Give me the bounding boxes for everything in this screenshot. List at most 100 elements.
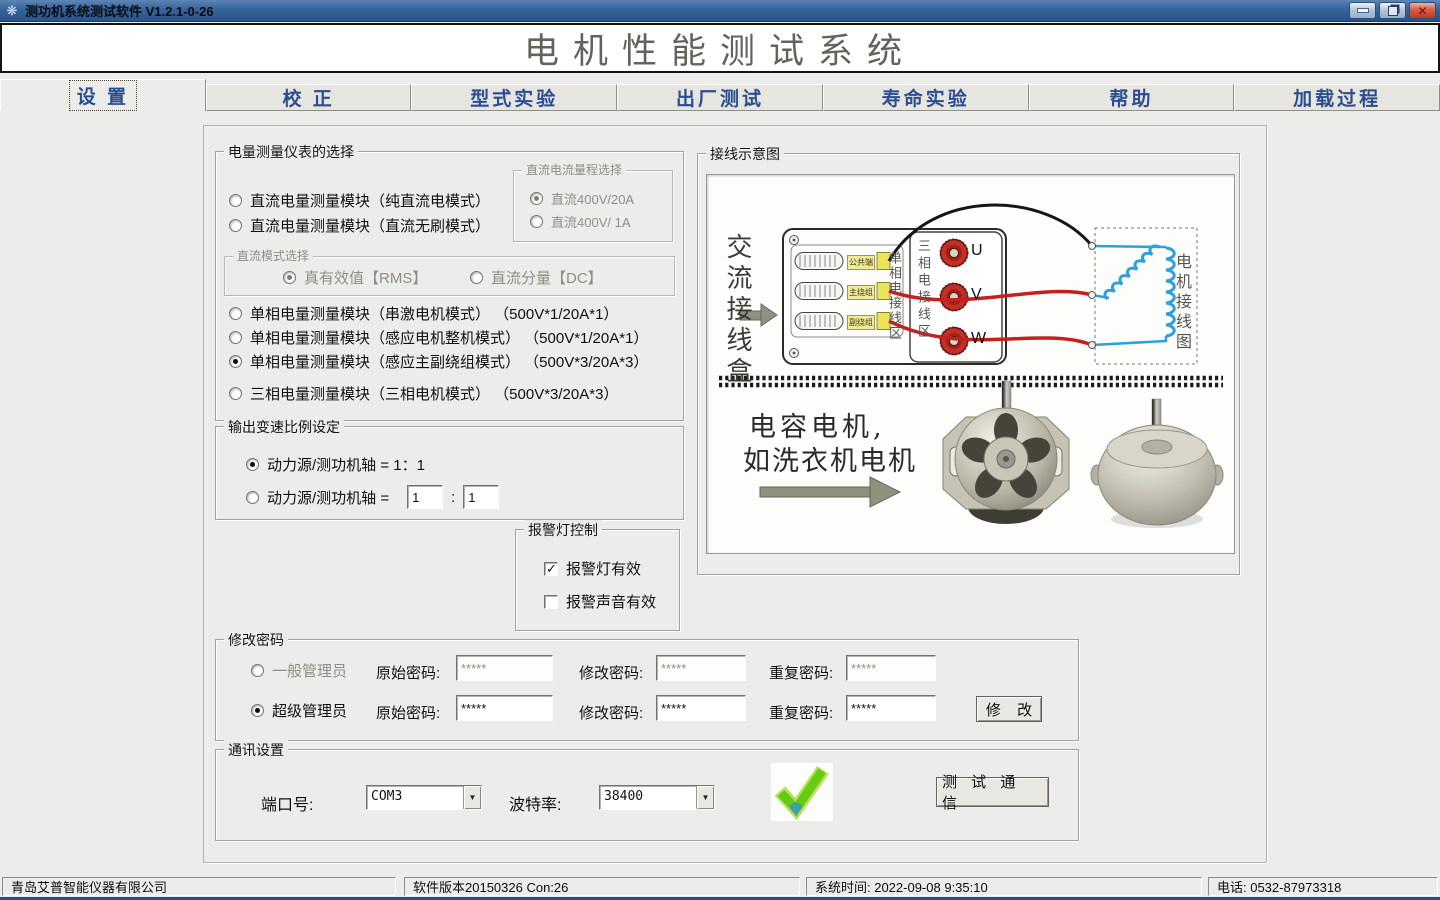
status-version: 软件版本20150326 Con:26 — [404, 877, 800, 896]
radio-icon — [251, 704, 264, 717]
radio-role-normal-admin[interactable]: 一般管理员 — [251, 660, 347, 681]
status-phone: 电话: 0532-87973318 — [1208, 877, 1438, 896]
restore-icon — [1388, 6, 1398, 16]
radio-ratio-1-1[interactable]: 动力源/测功机轴 = 1：1 — [246, 454, 425, 475]
radio-icon — [229, 307, 242, 320]
arrow-right-icon — [740, 304, 777, 326]
original-password-input-row2[interactable] — [456, 695, 553, 721]
tab-calibration[interactable]: 校 正 — [206, 84, 412, 111]
chevron-down-icon[interactable]: ▼ — [696, 786, 714, 809]
ratio-separator: : — [451, 489, 455, 506]
alarm-group: 报警灯控制 报警灯有效 报警声音有效 — [515, 529, 680, 631]
radio-true-rms[interactable]: 真有效值【RMS】 — [283, 267, 427, 288]
repeat-password-label: 重复密码: — [769, 662, 833, 683]
radio-single-phase-induction-whole[interactable]: 单相电量测量模块（感应电机整机模式） （500V*1/20A*1） — [229, 327, 648, 348]
radio-three-phase[interactable]: 三相电量测量模块（三相电机模式） （500V*3/20A*3） — [229, 383, 618, 404]
radio-single-phase-main-aux[interactable]: 单相电量测量模块（感应主副绕组模式） （500V*3/20A*3） — [229, 351, 648, 372]
meter-selection-group: 电量测量仪表的选择 直流电量测量模块（纯直流电模式） 直流电量测量模块（直流无刷… — [215, 151, 684, 421]
motor-photo-round — [1091, 399, 1223, 528]
comm-status-check-icon — [771, 763, 833, 821]
tab-settings[interactable]: 设 置 — [0, 79, 206, 111]
radio-icon — [246, 458, 259, 471]
ratio-numerator-input[interactable] — [407, 485, 443, 509]
dc-mode-group: 直流模式选择 真有效值【RMS】 直流分量【DC】 — [224, 256, 675, 296]
checkbox-alarm-light[interactable]: 报警灯有效 — [544, 558, 641, 579]
radio-dc-brushless-mode[interactable]: 直流电量测量模块（直流无刷模式） — [229, 215, 490, 236]
wiring-illustration: 交流接线盒 公共端 主绕组 副绕组 单相电接线区 三相电接线区 U V W 电机… — [706, 174, 1235, 554]
radio-icon — [530, 215, 543, 228]
radio-icon — [283, 271, 296, 284]
settings-page: 电量测量仪表的选择 直流电量测量模块（纯直流电模式） 直流电量测量模块（直流无刷… — [0, 111, 1440, 876]
checkbox-icon — [544, 595, 558, 609]
aux-winding-coil — [1105, 246, 1160, 299]
motor-photo-washing-machine — [943, 381, 1069, 524]
radio-icon — [229, 355, 242, 368]
radio-single-phase-series[interactable]: 单相电量测量模块（串激电机模式） （500V*1/20A*1） — [229, 303, 618, 324]
radio-role-super-admin[interactable]: 超级管理员 — [251, 700, 347, 721]
tab-help[interactable]: 帮助 — [1029, 84, 1235, 111]
wiring-panel: 接线示意图 — [697, 153, 1240, 575]
repeat-password-input-row1[interactable] — [846, 655, 936, 681]
radio-icon — [229, 194, 242, 207]
ratio-group: 输出变速比例设定 动力源/测功机轴 = 1：1 动力源/测功机轴 = : — [215, 426, 684, 520]
radio-dc-400v-1a[interactable]: 直流400V/ 1A — [530, 212, 631, 231]
modify-password-input-row1[interactable] — [656, 655, 746, 681]
tab-type-test[interactable]: 型式实验 — [411, 84, 617, 111]
radio-icon — [229, 219, 242, 232]
repeat-password-label-2: 重复密码: — [769, 702, 833, 723]
ratio-denominator-input[interactable] — [463, 485, 499, 509]
dotted-separator — [719, 378, 1223, 385]
baud-label: 波特率: — [509, 791, 561, 815]
tab-life-test[interactable]: 寿命实验 — [823, 84, 1029, 111]
modify-password-input-row2[interactable] — [656, 695, 746, 721]
repeat-password-input-row2[interactable] — [846, 695, 936, 721]
minimize-button[interactable] — [1349, 2, 1376, 19]
original-password-input-row1[interactable] — [456, 655, 553, 681]
checkbox-icon — [544, 562, 558, 576]
status-system-time: 系统时间: 2022-09-08 9:35:10 — [806, 877, 1202, 896]
test-comm-button[interactable]: 测 试 通 信 — [936, 777, 1049, 807]
tab-loading-process[interactable]: 加载过程 — [1234, 84, 1440, 111]
minimize-icon — [1357, 8, 1369, 13]
port-select[interactable]: COM3 ▼ — [366, 785, 482, 810]
radio-icon — [251, 664, 264, 677]
radio-dc-component[interactable]: 直流分量【DC】 — [470, 267, 603, 288]
radio-icon — [246, 491, 259, 504]
radio-icon — [470, 271, 483, 284]
radio-icon — [229, 331, 242, 344]
modify-button[interactable]: 修 改 — [976, 696, 1042, 722]
restore-button[interactable] — [1379, 2, 1406, 19]
password-group: 修改密码 一般管理员 原始密码: 修改密码: 重复密码: 超级管理员 原始密码:… — [215, 639, 1079, 741]
radio-dc-pure-mode[interactable]: 直流电量测量模块（纯直流电模式） — [229, 190, 490, 211]
radio-dc-400v-20a[interactable]: 直流400V/20A — [530, 189, 634, 208]
tab-factory-test[interactable]: 出厂测试 — [617, 84, 823, 111]
original-password-label: 原始密码: — [376, 662, 440, 683]
comm-group: 通讯设置 端口号: COM3 ▼ 波特率: 38400 ▼ 测 试 通 信 — [215, 749, 1079, 841]
tab-bar: 设 置 校 正 型式实验 出厂测试 寿命实验 帮助 加载过程 — [0, 79, 1440, 111]
junction-box — [783, 229, 1006, 364]
status-bar: 青岛艾普智能仪器有限公司 软件版本20150326 Con:26 系统时间: 2… — [0, 876, 1440, 897]
original-password-label-2: 原始密码: — [376, 702, 440, 723]
status-company: 青岛艾普智能仪器有限公司 — [2, 877, 396, 896]
checkbox-alarm-sound[interactable]: 报警声音有效 — [544, 591, 656, 612]
close-button[interactable]: ✕ — [1409, 2, 1436, 19]
port-label: 端口号: — [261, 791, 313, 815]
main-winding-coil — [1166, 248, 1174, 336]
caption-arrow-icon — [760, 477, 900, 507]
motor-winding-box — [1092, 228, 1197, 364]
app-icon: ❋ — [4, 3, 20, 19]
wiring-diagram-svg — [707, 175, 1234, 553]
chevron-down-icon[interactable]: ▼ — [463, 786, 481, 809]
radio-ratio-custom[interactable]: 动力源/测功机轴 = : — [246, 485, 499, 509]
radio-icon — [229, 387, 242, 400]
modify-password-label: 修改密码: — [579, 662, 643, 683]
modify-password-label-2: 修改密码: — [579, 702, 643, 723]
page-title: 电机性能测试系统 — [524, 23, 916, 74]
dc-current-range-group: 直流电流量程选择 直流400V/20A 直流400V/ 1A — [513, 170, 673, 242]
close-icon: ✕ — [1417, 5, 1427, 17]
radio-icon — [530, 192, 543, 205]
header-band: 电机性能测试系统 — [0, 23, 1440, 73]
titlebar: ❋ 测功机系统测试软件 V1.2.1-0-26 ✕ — [0, 0, 1440, 22]
window-title: 测功机系统测试软件 V1.2.1-0-26 — [25, 1, 1346, 20]
baud-select[interactable]: 38400 ▼ — [599, 785, 715, 810]
